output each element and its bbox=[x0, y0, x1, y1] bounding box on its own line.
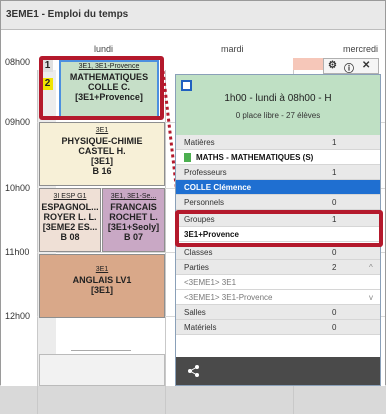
row-label: Salles bbox=[184, 308, 206, 317]
hour-label: 10h00 bbox=[5, 183, 31, 193]
course-anglais[interactable]: 3E1 ANGLAIS LV1 [3E1] bbox=[39, 254, 165, 318]
row-professeurs[interactable]: Professeurs 1 bbox=[176, 165, 380, 180]
course-teacher: ROCHET L. bbox=[109, 212, 158, 222]
row-classes[interactable]: Classes 0 bbox=[176, 245, 380, 260]
row-salles[interactable]: Salles 0 bbox=[176, 305, 380, 320]
row-label: <3EME1> 3E1-Provence bbox=[184, 293, 273, 302]
course-groups: 3I ESP G1 bbox=[53, 193, 87, 200]
day-header-mardi: mardi bbox=[221, 44, 244, 54]
scroll-down-icon[interactable]: v bbox=[369, 293, 377, 302]
row-label: Personnels bbox=[184, 198, 225, 207]
row-parties[interactable]: Parties 2 ^ bbox=[176, 260, 380, 275]
course-francais[interactable]: 3E1, 3E1-Se... FRANCAIS ROCHET L. [3E1+S… bbox=[102, 188, 165, 252]
hour-label: 09h00 bbox=[5, 117, 31, 127]
row-materiels[interactable]: Matériels 0 bbox=[176, 320, 380, 335]
hour-label: 12h00 bbox=[5, 311, 31, 321]
course-title: FRANCAIS bbox=[110, 202, 157, 212]
course-groups: 3E1 bbox=[95, 266, 109, 273]
row-count: 0 bbox=[332, 248, 337, 257]
share-icon[interactable] bbox=[188, 365, 200, 377]
detail-header: 1h00 - lundi à 08h00 - H 0 place libre -… bbox=[176, 75, 380, 135]
divider bbox=[71, 350, 131, 351]
row-count: 0 bbox=[332, 323, 337, 332]
day-header-lundi: lundi bbox=[94, 44, 114, 54]
window-title: 3EME1 - Emploi du temps bbox=[6, 9, 129, 20]
course-room: B 08 bbox=[60, 232, 80, 242]
hour-label: 08h00 bbox=[5, 57, 31, 67]
course-physique-chimie[interactable]: 3E1 PHYSIQUE-CHIMIE CASTEL H. [3E1] B 16 bbox=[39, 122, 165, 186]
timetable-window: 3EME1 - Emploi du temps lundi mardi merc… bbox=[0, 0, 386, 414]
row-label: MATHS - MATHEMATIQUES (S) bbox=[196, 153, 314, 162]
row-count: 1 bbox=[332, 138, 337, 147]
close-icon[interactable]: ✕ bbox=[362, 60, 370, 71]
course-group: [3E1+Seoly] bbox=[107, 222, 160, 232]
row-count: 0 bbox=[332, 308, 337, 317]
row-label: Matériels bbox=[184, 323, 217, 332]
course-title: PHYSIQUE-CHIMIE bbox=[61, 136, 143, 146]
row-matiere-item[interactable]: MATHS - MATHEMATIQUES (S) bbox=[176, 150, 380, 165]
gear-icon[interactable]: ⚙ bbox=[328, 60, 337, 71]
title-bar: 3EME1 - Emploi du temps bbox=[1, 1, 385, 30]
row-label: Parties bbox=[184, 263, 209, 272]
row-partie-2[interactable]: <3EME1> 3E1-Provence v bbox=[176, 290, 380, 305]
course-room: B 16 bbox=[92, 166, 112, 176]
select-checkbox[interactable] bbox=[181, 80, 192, 91]
highlight-frame-course bbox=[39, 56, 164, 120]
row-label: COLLE Clémence bbox=[184, 183, 252, 192]
row-label: Classes bbox=[184, 248, 213, 257]
detail-time: 1h00 - lundi à 08h00 - H bbox=[224, 93, 332, 104]
course-group: [3E1] bbox=[90, 156, 113, 166]
course-group: [3EME2 ES... bbox=[42, 222, 98, 232]
row-prof-item[interactable]: COLLE Clémence bbox=[176, 180, 380, 195]
course-teacher: CASTEL H. bbox=[78, 146, 126, 156]
row-partie-1[interactable]: <3EME1> 3E1 bbox=[176, 275, 380, 290]
popup-toolbar: ⚙ ⓘ ✕ bbox=[323, 58, 379, 75]
subject-color-swatch bbox=[184, 153, 191, 162]
day-header-mercredi: mercredi bbox=[343, 44, 379, 54]
row-label: Professeurs bbox=[184, 168, 227, 177]
scroll-up-icon[interactable]: ^ bbox=[369, 263, 377, 272]
detail-capacity: 0 place libre - 27 élèves bbox=[235, 111, 321, 120]
course-espagnol[interactable]: 3I ESP G1 ESPAGNOL... ROYER L. L. [3EME2… bbox=[39, 188, 101, 252]
row-label: <3EME1> 3E1 bbox=[184, 278, 237, 287]
course-teacher: ROYER L. L. bbox=[43, 212, 97, 222]
row-matieres[interactable]: Matières 1 bbox=[176, 135, 380, 150]
course-title: ESPAGNOL... bbox=[41, 202, 99, 212]
detail-footer bbox=[176, 357, 380, 385]
hour-label: 11h00 bbox=[5, 247, 30, 257]
row-count: 1 bbox=[332, 168, 337, 177]
course-title: ANGLAIS LV1 bbox=[72, 275, 132, 285]
info-icon[interactable]: ⓘ bbox=[344, 60, 354, 75]
row-count: 2 bbox=[332, 263, 337, 272]
course-group: [3E1] bbox=[90, 285, 113, 295]
empty-slot bbox=[39, 354, 165, 386]
row-personnels[interactable]: Personnels 0 bbox=[176, 195, 380, 210]
row-label: Matières bbox=[184, 138, 215, 147]
highlight-frame-groupes bbox=[175, 210, 383, 247]
course-room: B 07 bbox=[123, 232, 143, 242]
row-count: 0 bbox=[332, 198, 337, 207]
course-groups: 3E1, 3E1-Se... bbox=[110, 193, 157, 200]
course-groups: 3E1 bbox=[95, 127, 109, 134]
